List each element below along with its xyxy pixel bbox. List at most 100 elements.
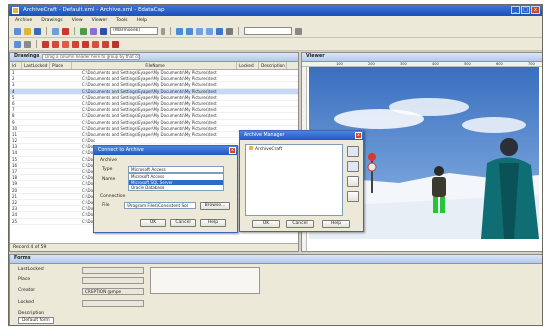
- menu-viewer[interactable]: Viewer: [92, 18, 108, 23]
- table-cell: [50, 200, 72, 205]
- column-header-lastlocked[interactable]: LastLocked: [22, 62, 50, 69]
- column-header-filename[interactable]: FileName: [72, 62, 237, 69]
- close-button[interactable]: x: [531, 6, 540, 14]
- drawings-panel-header: Drawings Drag a column header here to gr…: [10, 53, 298, 62]
- record-position[interactable]: 4: [30, 245, 33, 250]
- fit-width-icon[interactable]: [206, 27, 213, 35]
- table-cell: C:\Doc: [82, 138, 96, 144]
- text-tool-icon[interactable]: [92, 40, 99, 48]
- search-input[interactable]: [244, 27, 292, 35]
- table-cell: [22, 120, 50, 125]
- close-icon[interactable]: x: [355, 132, 362, 139]
- manager-ok-button[interactable]: OK: [252, 220, 280, 228]
- zoom-in-icon[interactable]: [176, 27, 183, 35]
- table-cell: [22, 95, 50, 100]
- connect-ok-button[interactable]: OK: [140, 219, 166, 227]
- name-dropdown-list[interactable]: Microsoft Access Microsoft SQL Server Or…: [128, 173, 224, 191]
- table-cell: C:\Documents and Settings\Eyaper\My Docu…: [82, 88, 217, 94]
- browse-button[interactable]: Browse...: [200, 202, 230, 210]
- table-cell: [50, 219, 72, 224]
- table-cell: 20: [12, 187, 18, 193]
- funnel-icon[interactable]: [100, 27, 107, 35]
- field-place[interactable]: [82, 277, 144, 284]
- chart-icon[interactable]: [90, 27, 97, 35]
- ellipse-tool-icon[interactable]: [72, 40, 79, 48]
- layer-select[interactable]: (Warmseek): [110, 27, 158, 35]
- group-by-area[interactable]: Drag a column header here to group by th…: [42, 54, 140, 60]
- table-cell: [50, 70, 72, 75]
- column-header-id[interactable]: Id: [10, 62, 22, 69]
- table-cell: [22, 107, 50, 112]
- type-select[interactable]: Microsoft Access: [128, 166, 224, 173]
- field-lastlocked[interactable]: [82, 267, 144, 274]
- minimize-button[interactable]: _: [511, 6, 520, 14]
- connect-dialog-title: Connect to Archive x: [94, 146, 237, 155]
- menu-tools[interactable]: Tools: [116, 18, 127, 23]
- open-icon[interactable]: [24, 27, 31, 35]
- table-cell: [22, 76, 50, 81]
- chevron-down-icon[interactable]: [161, 27, 165, 35]
- line-tool-icon[interactable]: [52, 40, 59, 48]
- field-creator[interactable]: CREPTION @mpe: [82, 288, 144, 295]
- menu-view[interactable]: View: [72, 18, 83, 23]
- type-label: Type: [102, 167, 113, 172]
- archive-list-item[interactable]: ArchiveCraft: [246, 145, 342, 153]
- name-label: Name: [102, 177, 116, 182]
- field-description[interactable]: [150, 267, 260, 294]
- table-cell: 17: [12, 169, 18, 174]
- new-icon[interactable]: [14, 27, 21, 35]
- connect-cancel-button[interactable]: Cancel: [170, 219, 196, 227]
- menu-help[interactable]: Help: [137, 18, 147, 23]
- save-icon[interactable]: [34, 27, 41, 35]
- table-cell: [22, 219, 50, 224]
- edit-archive-icon[interactable]: [347, 176, 359, 187]
- table-cell: C:\Documents and Settings\Eyaper\My Docu…: [82, 82, 217, 88]
- remove-archive-icon[interactable]: [347, 191, 359, 202]
- table-cell: [259, 107, 287, 112]
- new-archive-icon[interactable]: [347, 146, 359, 157]
- file-path-input[interactable]: \Program Files\Consistent Sol: [124, 202, 196, 209]
- stamp-tool-icon[interactable]: [112, 40, 119, 48]
- table-cell: C:\Documents and Settings\Eyaper\My Docu…: [82, 119, 217, 125]
- delete-icon[interactable]: [62, 27, 69, 35]
- table-cell: 18: [12, 175, 18, 181]
- find-icon[interactable]: [295, 27, 302, 35]
- edit-icon[interactable]: [52, 27, 59, 35]
- field-label-lastlocked: LastLocked: [18, 267, 44, 272]
- table-cell: C:\Documents and Settings\Eyaper\My Docu…: [82, 94, 217, 100]
- tab-default-form[interactable]: Default form: [18, 317, 54, 324]
- pan-tool-icon[interactable]: [24, 40, 31, 48]
- print-icon[interactable]: [226, 27, 233, 35]
- table-cell: [22, 206, 50, 211]
- column-header-description[interactable]: Description: [259, 62, 287, 69]
- filter-icon[interactable]: [80, 27, 87, 35]
- menu-drawings[interactable]: Drawings: [41, 18, 63, 23]
- table-cell: [50, 169, 72, 174]
- select-tool-icon[interactable]: [14, 40, 21, 48]
- field-locked[interactable]: [82, 300, 144, 307]
- name-option[interactable]: Oracle Database: [129, 185, 223, 190]
- rectangle-tool-icon[interactable]: [62, 40, 69, 48]
- zoom-out-icon[interactable]: [186, 27, 193, 35]
- title-bar: ArchiveCraft - Default.xml - Archive.xml…: [9, 5, 542, 16]
- table-cell: [22, 194, 50, 199]
- rotate-icon[interactable]: [216, 27, 223, 35]
- column-header-place[interactable]: Place: [50, 62, 72, 69]
- table-cell: 15: [12, 156, 18, 162]
- table-cell: [22, 82, 50, 87]
- manager-help-button[interactable]: Help: [322, 220, 350, 228]
- fit-page-icon[interactable]: [196, 27, 203, 35]
- table-cell: [22, 70, 50, 75]
- pen-tool-icon[interactable]: [42, 40, 49, 48]
- maximize-button[interactable]: □: [521, 6, 530, 14]
- menu-archive[interactable]: Archive: [15, 18, 32, 23]
- manager-cancel-button[interactable]: Cancel: [286, 220, 314, 228]
- column-header-locked[interactable]: Locked: [237, 62, 259, 69]
- close-icon[interactable]: x: [229, 147, 236, 154]
- arrow-tool-icon[interactable]: [82, 40, 89, 48]
- highlight-tool-icon[interactable]: [102, 40, 109, 48]
- table-cell: 11: [12, 131, 18, 137]
- connect-archive-icon[interactable]: [347, 161, 359, 172]
- table-cell: [22, 175, 50, 180]
- connect-help-button[interactable]: Help: [200, 219, 226, 227]
